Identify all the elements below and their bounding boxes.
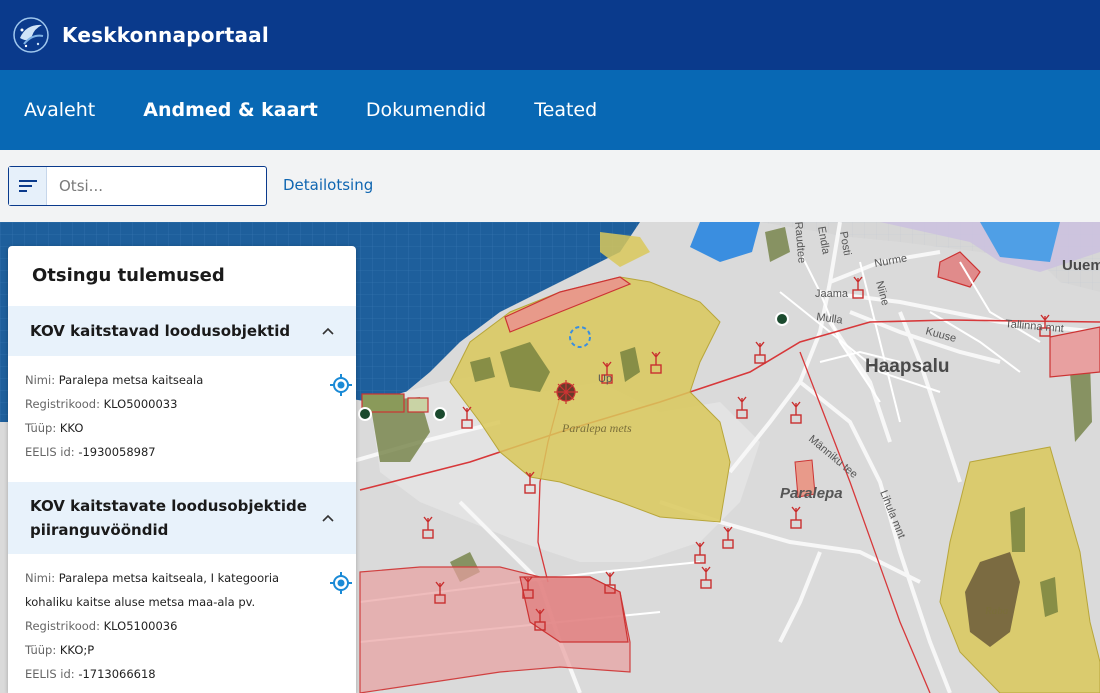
result-field-eelis: EELIS id: -1930058987 <box>25 445 156 459</box>
main-nav: Avaleht Andmed & kaart Dokumendid Teated <box>0 70 1100 150</box>
result-field-name: Nimi: Paralepa metsa kaitseala <box>25 373 204 387</box>
filter-lines-icon <box>18 180 37 192</box>
section-title: KOV kaitstavad loodusobjektid <box>30 322 291 340</box>
chevron-up-icon[interactable] <box>322 510 334 526</box>
map-small-zone-left2 <box>407 397 429 413</box>
nav-item-dokumendid[interactable]: Dokumendid <box>366 99 486 121</box>
nav-item-andmed-kaart[interactable]: Andmed & kaart <box>143 99 318 121</box>
result-field-name: Nimi: Paralepa metsa kaitseala, I katego… <box>25 571 280 609</box>
results-section-header-kov-objects[interactable]: KOV kaitstavad loodusobjektid <box>8 306 356 356</box>
map-label-uuem: Uuem <box>1062 257 1100 274</box>
search-bar: Detailotsing <box>0 150 1100 222</box>
detail-search-link[interactable]: Detailotsing <box>283 176 373 194</box>
nav-item-teated[interactable]: Teated <box>534 99 597 121</box>
search-input[interactable] <box>47 177 247 195</box>
result-field-regcode: Registrikood: KLO5100036 <box>25 619 178 633</box>
chevron-up-icon[interactable] <box>322 323 334 339</box>
section-title: KOV kaitstavate loodusobjektide piirangu… <box>30 497 307 539</box>
map-label-paralepa: Paralepa <box>780 485 843 502</box>
result-item: Nimi: Paralepa metsa kaitseala Registrik… <box>8 356 356 482</box>
map-label-jaama: Jaama <box>815 288 849 300</box>
portal-logo-icon[interactable] <box>12 16 50 54</box>
filter-button[interactable] <box>9 167 47 205</box>
map-label-paralepa-mets: Paralepa mets <box>561 421 632 435</box>
locate-target-icon[interactable] <box>330 572 352 594</box>
map-label-raba: Raba <box>984 605 1009 617</box>
search-box <box>8 166 267 206</box>
app-title[interactable]: Keskkonnaportaal <box>62 23 269 47</box>
map-label-haapsalu: Haapsalu <box>865 356 949 377</box>
result-item: Nimi: Paralepa metsa kaitseala, I katego… <box>8 554 356 686</box>
top-bar: Keskkonnaportaal <box>0 0 1100 70</box>
locate-target-icon[interactable] <box>330 374 352 396</box>
results-title: Otsingu tulemused <box>32 265 225 286</box>
result-field-type: Tüüp: KKO;P <box>25 643 95 657</box>
map-label-up: Up <box>598 373 612 385</box>
result-field-type: Tüüp: KKO <box>25 421 84 435</box>
result-field-regcode: Registrikood: KLO5000033 <box>25 397 178 411</box>
results-panel: Otsingu tulemused KOV kaitstavad looduso… <box>8 246 356 693</box>
results-section-header-kov-zones[interactable]: KOV kaitstavate loodusobjektide piirangu… <box>8 482 356 554</box>
result-field-eelis: EELIS id: -1713066618 <box>25 667 156 681</box>
nav-item-avaleht[interactable]: Avaleht <box>24 99 95 121</box>
